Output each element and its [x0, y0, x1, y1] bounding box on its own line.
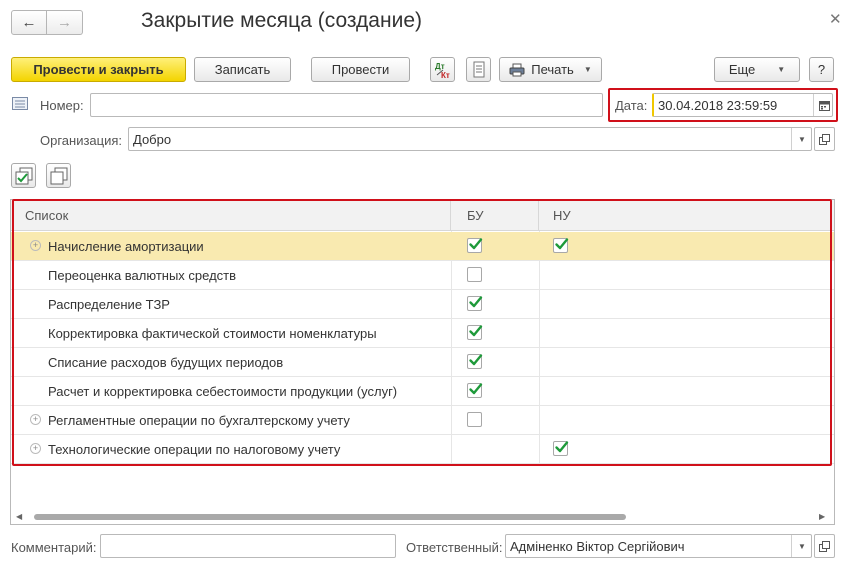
table-highlight-box [12, 199, 832, 466]
chevron-down-icon: ▼ [583, 65, 592, 74]
document-icon [473, 61, 484, 77]
check-all-icon [15, 167, 32, 184]
comment-label: Комментарий: [11, 540, 97, 555]
scroll-right-icon[interactable]: ▶ [819, 512, 825, 521]
document-structure-button[interactable] [466, 57, 491, 82]
horizontal-scrollbar-thumb[interactable] [34, 514, 626, 520]
more-button[interactable]: Еще ▼ [714, 57, 800, 82]
number-field[interactable] [90, 93, 603, 117]
arrow-left-icon: ← [21, 14, 37, 31]
close-icon[interactable]: ✕ [829, 10, 842, 28]
more-label: Еще [728, 62, 756, 77]
check-all-button[interactable] [11, 163, 36, 188]
forward-button[interactable]: → [47, 10, 83, 35]
uncheck-all-button[interactable] [46, 163, 71, 188]
organization-label: Организация: [40, 133, 123, 148]
open-organization-button[interactable] [814, 127, 835, 151]
open-form-icon [819, 540, 830, 552]
scroll-left-icon[interactable]: ◀ [16, 512, 22, 521]
comment-field[interactable] [100, 534, 396, 558]
svg-text:Дт: Дт [435, 62, 445, 71]
open-form-icon [819, 133, 830, 145]
number-label: Номер: [40, 98, 84, 113]
back-button[interactable]: ← [11, 10, 47, 35]
organization-field[interactable]: Добро ▼ [128, 127, 812, 151]
responsible-label: Ответственный: [406, 540, 503, 555]
save-button[interactable]: Записать [194, 57, 291, 82]
responsible-field[interactable]: Адміненко Віктор Сергійович ▼ [505, 534, 812, 558]
date-label: Дата: [615, 98, 648, 113]
chevron-down-icon: ▼ [777, 65, 786, 74]
responsible-value: Адміненко Віктор Сергійович [510, 538, 685, 554]
post-and-close-button[interactable]: Провести и закрыть [11, 57, 186, 82]
calendar-icon[interactable] [813, 94, 834, 116]
print-button[interactable]: Печать ▼ [499, 57, 602, 82]
uncheck-all-icon [50, 167, 67, 184]
organization-value: Добро [133, 131, 172, 147]
chevron-down-icon[interactable]: ▼ [791, 128, 812, 150]
printer-icon [509, 63, 525, 76]
date-field[interactable]: 30.04.2018 23:59:59 [652, 93, 833, 117]
dtkt-report-button[interactable]: Дт Кт [430, 57, 455, 82]
post-button[interactable]: Провести [311, 57, 410, 82]
arrow-right-icon: → [57, 14, 72, 31]
date-value: 30.04.2018 23:59:59 [658, 97, 778, 113]
open-responsible-button[interactable] [814, 534, 835, 558]
chevron-down-icon[interactable]: ▼ [791, 535, 812, 557]
help-button[interactable]: ? [809, 57, 834, 82]
dtkt-icon: Дт Кт [435, 62, 450, 80]
print-label: Печать [531, 62, 574, 77]
svg-text:Кт: Кт [441, 71, 450, 80]
document-list-icon [12, 97, 28, 113]
page-title: Закрытие месяца (создание) [141, 9, 422, 32]
